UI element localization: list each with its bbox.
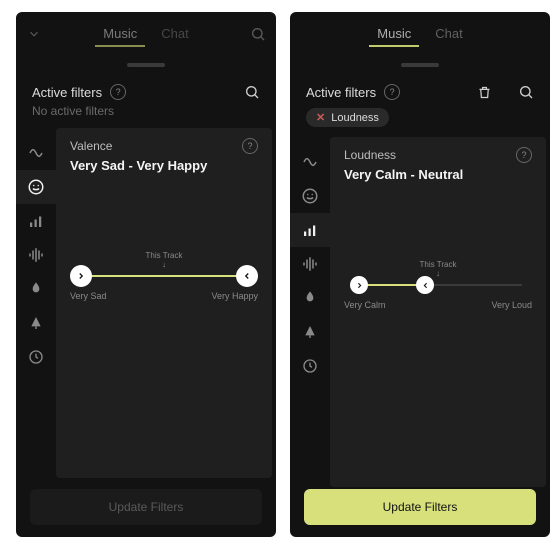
slider-handle-max[interactable] (236, 265, 258, 287)
attribute-help-icon[interactable]: ? (516, 147, 532, 163)
tab-chat[interactable]: Chat (153, 22, 196, 47)
attribute-name: Valence (70, 139, 112, 153)
sidebar-item-loudness[interactable] (290, 213, 330, 247)
remove-chip-icon[interactable]: ✕ (316, 111, 325, 124)
attribute-sidebar (290, 137, 330, 487)
sidebar-item-instrument[interactable] (290, 315, 330, 349)
sidebar-item-loudness[interactable] (16, 204, 56, 238)
sidebar-item-waveform[interactable] (290, 247, 330, 281)
slider-handle-min[interactable] (70, 265, 92, 287)
search-filters-icon[interactable] (244, 84, 260, 100)
sidebar-item-waveform[interactable] (16, 238, 56, 272)
top-bar: Music Chat (16, 12, 276, 56)
screen-valence: Music Chat Active filters ? No active fi… (16, 12, 276, 537)
attribute-sidebar (16, 128, 56, 478)
no-active-filters-text: No active filters (16, 104, 276, 128)
top-bar: Music Chat (290, 12, 550, 56)
footer: Update Filters (290, 479, 550, 537)
filters-title: Active filters (306, 85, 376, 100)
footer: Update Filters (16, 479, 276, 537)
tab-music[interactable]: Music (95, 22, 145, 47)
attribute-range-text: Very Calm - Neutral (344, 167, 532, 182)
this-track-marker: This Track↓ (146, 251, 183, 269)
slider-handle-max[interactable] (416, 276, 434, 294)
attribute-range-text: Very Sad - Very Happy (70, 158, 258, 173)
update-filters-button[interactable]: Update Filters (304, 489, 536, 525)
range-slider[interactable]: This Track↓ Very Sad Very Happy (70, 257, 258, 317)
filter-chip-label: Loudness (331, 112, 379, 124)
range-slider[interactable]: This Track↓ Very Calm Very Loud (344, 266, 532, 326)
chevron-down-icon[interactable] (26, 26, 42, 42)
filter-chip-loudness[interactable]: ✕ Loudness (306, 108, 389, 127)
filters-title: Active filters (32, 85, 102, 100)
tab-chat[interactable]: Chat (427, 22, 470, 47)
slider-min-label: Very Calm (344, 300, 386, 310)
sidebar-item-valence[interactable] (16, 170, 56, 204)
slider-fill (80, 275, 248, 277)
slider-min-label: Very Sad (70, 291, 107, 301)
top-tabs: Music Chat (95, 22, 196, 47)
sidebar-item-time[interactable] (290, 349, 330, 383)
filters-header: Active filters ? (16, 74, 276, 104)
slider-max-label: Very Loud (491, 300, 532, 310)
trash-icon[interactable] (476, 84, 492, 100)
top-tabs: Music Chat (369, 22, 470, 47)
sheet-handle[interactable] (290, 56, 550, 74)
sidebar-item-energy[interactable] (290, 281, 330, 315)
help-icon[interactable]: ? (110, 84, 126, 100)
sidebar-item-instrument[interactable] (16, 306, 56, 340)
attribute-panel: Loudness ? Very Calm - Neutral This Trac… (330, 137, 546, 487)
active-filter-chips: ✕ Loudness (290, 104, 550, 137)
sidebar-item-time[interactable] (16, 340, 56, 374)
attribute-panel: Valence ? Very Sad - Very Happy This Tra… (56, 128, 272, 478)
filters-header: Active filters ? (290, 74, 550, 104)
sidebar-item-valence[interactable] (290, 179, 330, 213)
attribute-help-icon[interactable]: ? (242, 138, 258, 154)
slider-max-label: Very Happy (211, 291, 258, 301)
slider-handle-min[interactable] (350, 276, 368, 294)
sidebar-item-tempo[interactable] (16, 136, 56, 170)
sheet-handle[interactable] (16, 56, 276, 74)
attribute-name: Loudness (344, 148, 396, 162)
sidebar-item-tempo[interactable] (290, 145, 330, 179)
tab-music[interactable]: Music (369, 22, 419, 47)
screen-loudness: Music Chat Active filters ? ✕ Loudn (290, 12, 550, 537)
update-filters-button[interactable]: Update Filters (30, 489, 262, 525)
search-icon[interactable] (250, 26, 266, 42)
sidebar-item-energy[interactable] (16, 272, 56, 306)
help-icon[interactable]: ? (384, 84, 400, 100)
search-filters-icon[interactable] (518, 84, 534, 100)
